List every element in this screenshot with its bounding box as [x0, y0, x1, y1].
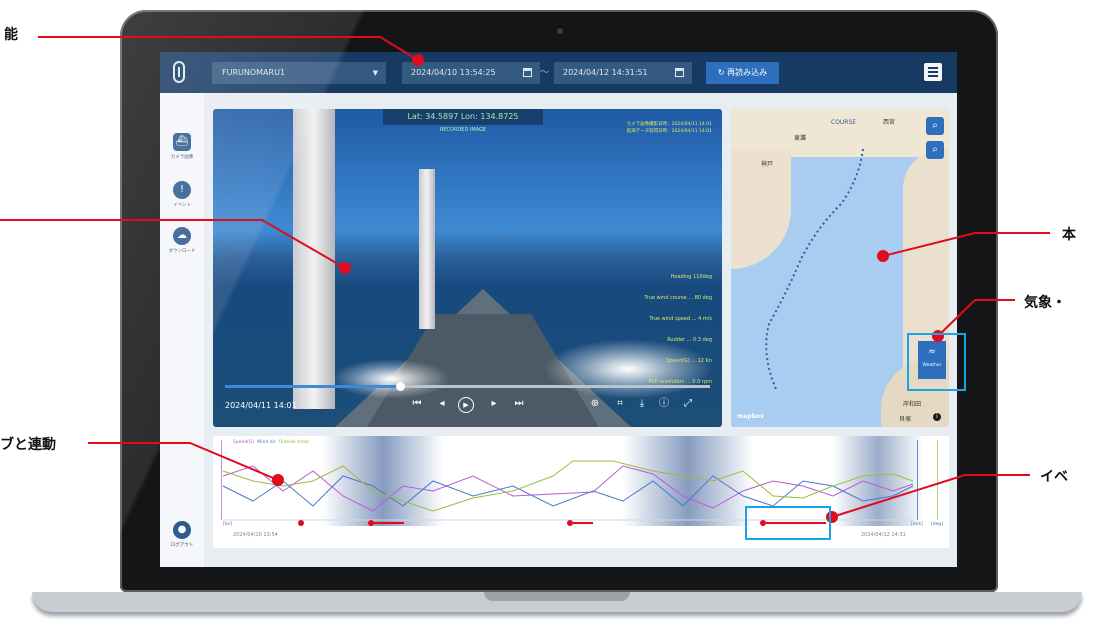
callout-dot — [339, 262, 351, 274]
callout-label: 気象・ — [1024, 295, 1066, 311]
callout-dot — [272, 474, 284, 486]
callout-label: 本 — [1062, 227, 1076, 243]
callout-dot — [412, 54, 424, 66]
callout-dot — [877, 250, 889, 262]
callout-lines — [0, 36, 1050, 518]
callout-label: ブと連動 — [0, 437, 56, 453]
callout-label: イベ — [1040, 469, 1068, 485]
event-highlight-box — [745, 506, 831, 540]
weather-highlight-box — [907, 333, 966, 391]
